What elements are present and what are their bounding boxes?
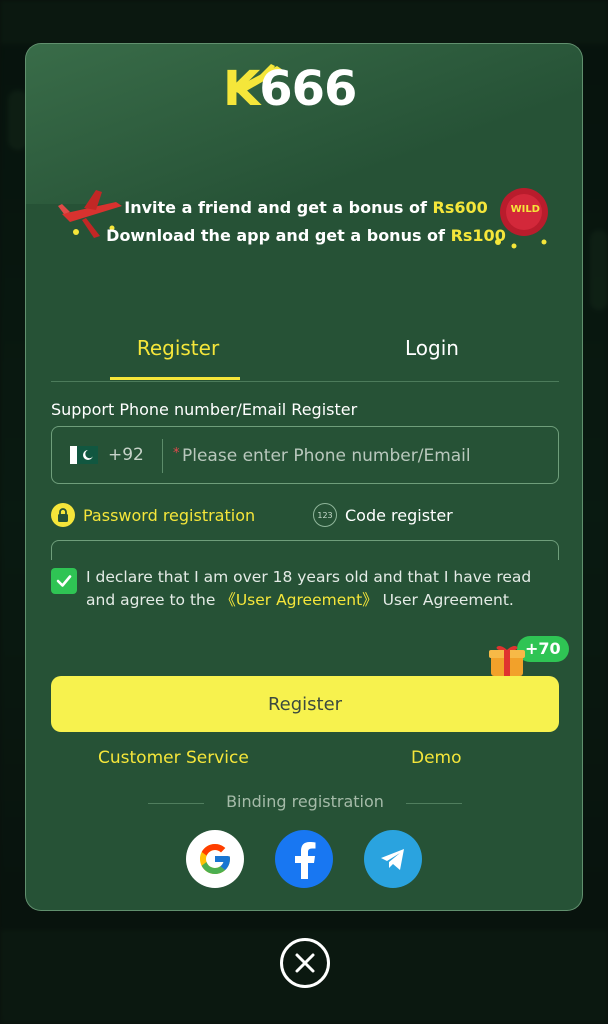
password-field-partial[interactable] xyxy=(51,540,559,560)
pakistan-flag-icon xyxy=(70,446,98,464)
logo-digits: 666 xyxy=(259,61,357,117)
register-modal: K666 Invite a friend and get a bonus of … xyxy=(25,43,583,911)
facebook-icon xyxy=(295,842,316,879)
promo-invite-label: Invite a friend and get a bonus of xyxy=(124,198,433,217)
google-icon xyxy=(200,844,230,874)
binding-registration-label: Binding registration xyxy=(226,792,384,811)
password-registration-label: Password registration xyxy=(83,505,256,525)
field-divider xyxy=(162,439,163,473)
tab-register[interactable]: Register xyxy=(51,328,305,382)
close-button[interactable] xyxy=(280,938,330,988)
footer-links: Customer Service Demo xyxy=(51,748,559,772)
promo-invite-amount: Rs600 xyxy=(432,198,488,217)
promo-download-label: Download the app and get a bonus of xyxy=(106,226,451,245)
logo-text: K666 xyxy=(223,58,357,120)
close-icon xyxy=(295,953,315,973)
agreement-text: I declare that I am over 18 years old an… xyxy=(86,566,556,612)
phone-email-input[interactable] xyxy=(172,437,550,475)
promo-download-text: Download the app and get a bonus of Rs10… xyxy=(56,226,556,245)
agreement-checkbox[interactable] xyxy=(51,568,77,594)
bonus-tag: +70 xyxy=(487,634,569,680)
demo-link[interactable]: Demo xyxy=(411,748,462,768)
password-registration-option[interactable]: Password registration xyxy=(51,500,255,530)
auth-tabs: Register Login xyxy=(51,328,559,382)
registration-options: Password registration 123 Code register xyxy=(51,500,559,530)
register-button[interactable]: Register xyxy=(51,676,559,732)
binding-registration: Binding registration xyxy=(148,792,462,814)
telegram-login-button[interactable] xyxy=(364,830,422,888)
agreement-section: I declare that I am over 18 years old an… xyxy=(51,566,559,638)
google-login-button[interactable] xyxy=(186,830,244,888)
logo-letter: K xyxy=(223,61,260,117)
facebook-login-button[interactable] xyxy=(275,830,333,888)
country-code[interactable]: +92 xyxy=(108,445,144,465)
customer-service-link[interactable]: Customer Service xyxy=(98,748,249,768)
phone-field: +92 * xyxy=(51,426,559,484)
code-register-option[interactable]: 123 Code register xyxy=(313,500,453,530)
telegram-icon xyxy=(381,849,404,870)
checkmark-icon xyxy=(56,575,72,587)
promo-invite-text: Invite a friend and get a bonus of Rs600 xyxy=(56,198,556,217)
code-number-icon: 123 xyxy=(313,503,337,527)
tab-login[interactable]: Login xyxy=(305,328,559,382)
wild-badge-icon xyxy=(495,188,548,249)
k666-logo: K666 xyxy=(223,58,383,120)
user-agreement-link[interactable]: 《User Agreement》 xyxy=(220,591,377,609)
gift-icon xyxy=(489,645,525,676)
lock-icon xyxy=(51,503,75,527)
support-label: Support Phone number/Email Register xyxy=(51,400,358,419)
divider-line xyxy=(406,803,462,804)
active-tab-indicator xyxy=(110,377,240,380)
agreement-text-after: User Agreement. xyxy=(377,591,514,609)
code-register-label: Code register xyxy=(345,505,453,525)
wild-badge-label: WILD xyxy=(510,204,540,215)
promo-banner: Invite a friend and get a bonus of Rs600… xyxy=(56,184,556,264)
